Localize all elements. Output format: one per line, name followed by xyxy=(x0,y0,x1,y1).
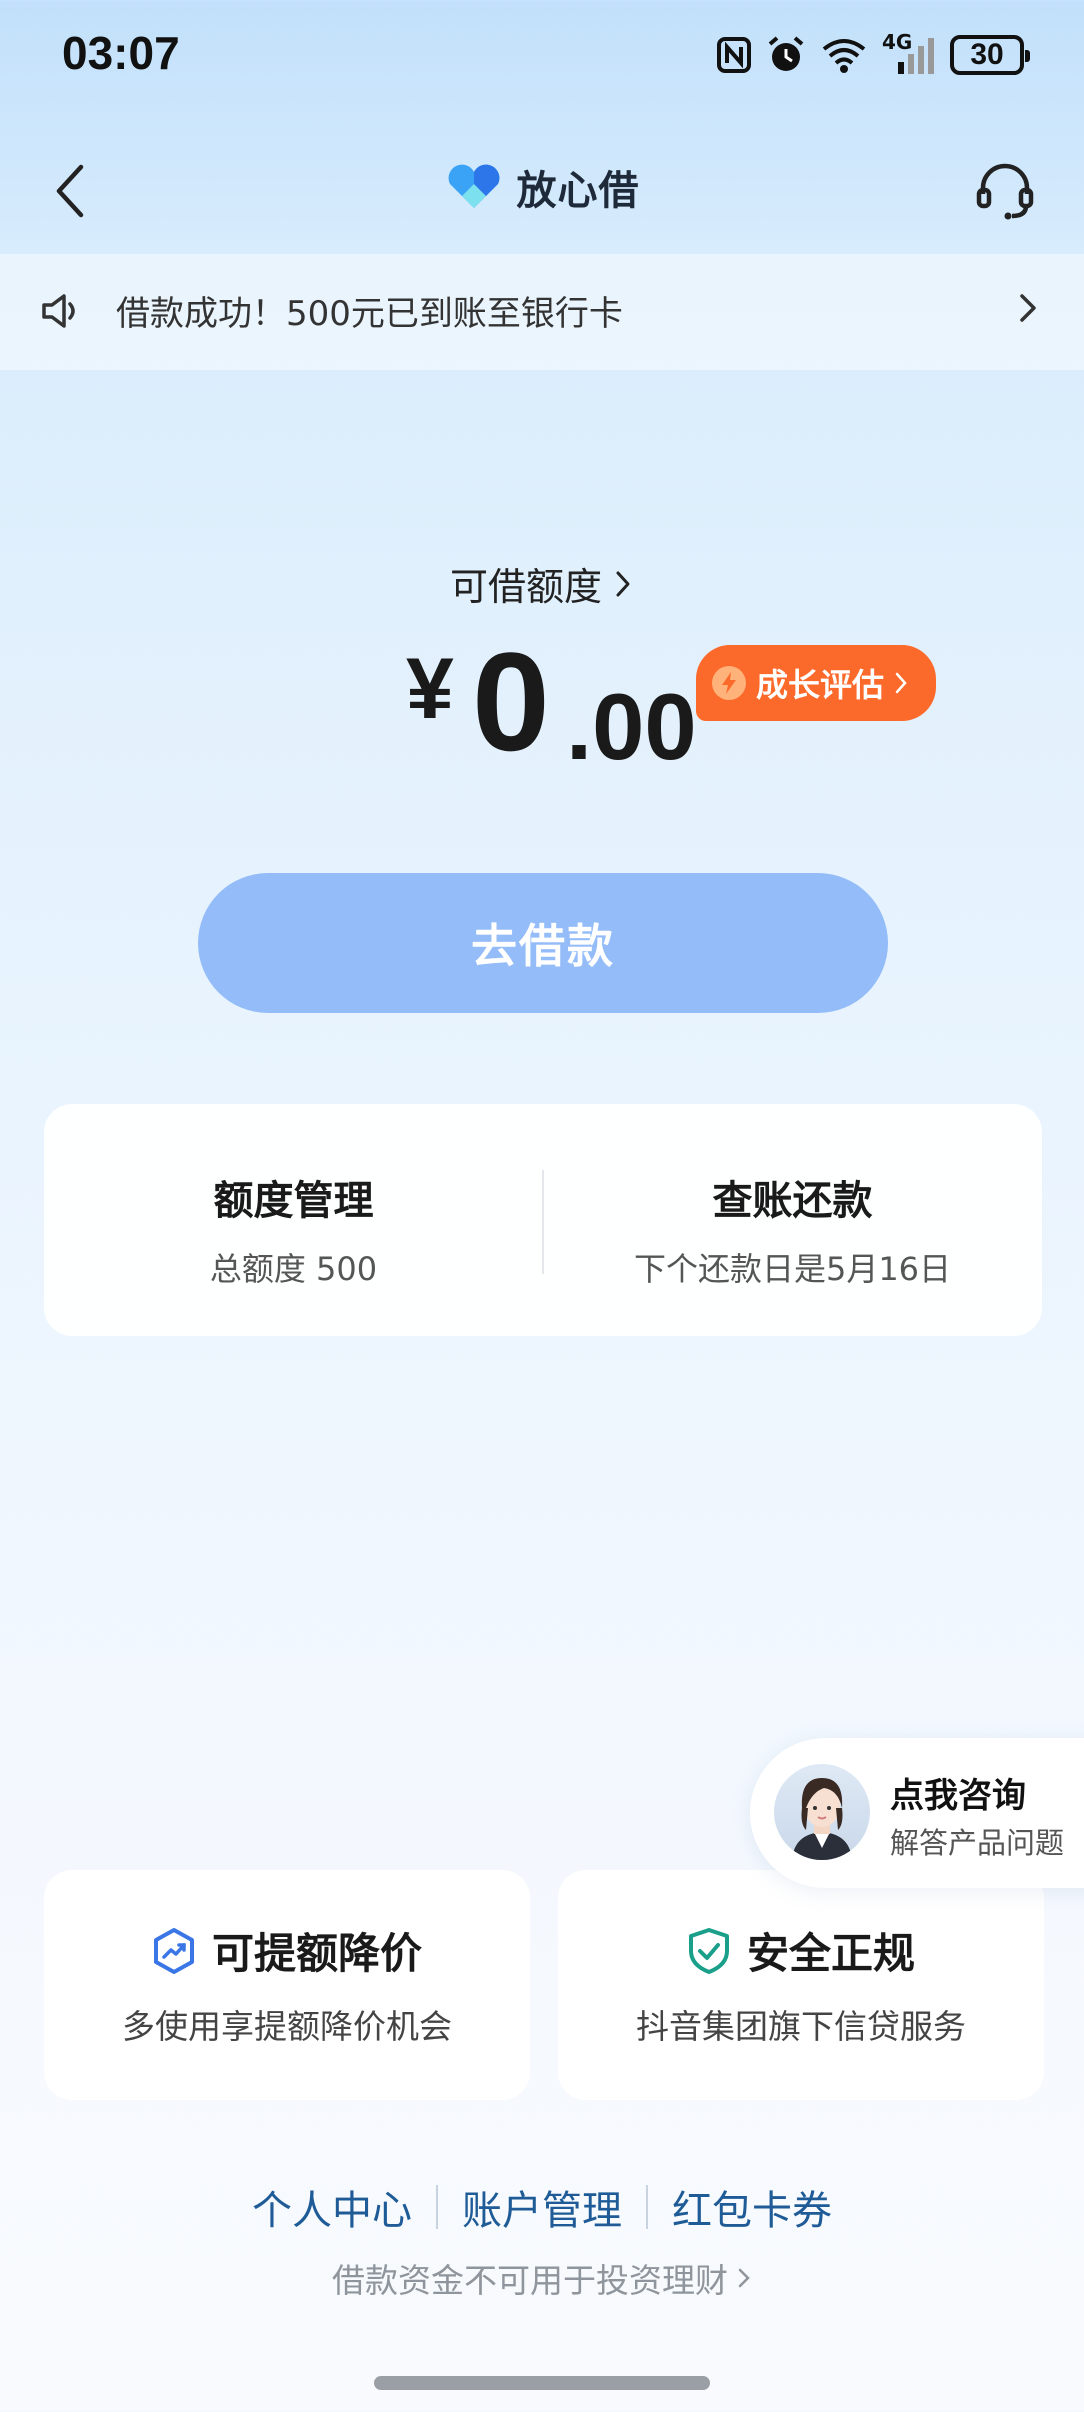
chevron-right-icon xyxy=(1020,294,1036,322)
feature-card-safe[interactable]: 安全正规 抖音集团旗下信贷服务 xyxy=(558,1870,1044,2100)
chevron-right-icon xyxy=(895,672,907,694)
link-personal-center[interactable]: 个人中心 xyxy=(228,2178,436,2236)
consult-subtitle: 解答产品问题 xyxy=(890,1826,1065,1860)
feature-title: 安全正规 xyxy=(746,1929,915,1978)
headset-icon xyxy=(976,163,1034,220)
disclaimer-link[interactable]: 借款资金不可用于投资理财 xyxy=(0,2254,1084,2302)
battery-icon: 30 xyxy=(950,35,1030,75)
notice-bar[interactable]: 借款成功！500元已到账至银行卡 xyxy=(0,254,1084,370)
link-account-management[interactable]: 账户管理 xyxy=(438,2178,646,2236)
customer-service-button[interactable] xyxy=(970,156,1040,226)
link-coupons[interactable]: 红包卡券 xyxy=(648,2178,856,2236)
next-repayment-date: 下个还款日是5月16日 xyxy=(633,1250,952,1288)
bill-repayment-title: 查账还款 xyxy=(712,1178,873,1224)
app-logo-icon xyxy=(448,164,499,208)
chevron-right-icon xyxy=(616,571,630,596)
quota-card: 额度管理 总额度 500 查账还款 下个还款日是5月16日 xyxy=(44,1104,1042,1336)
agent-avatar xyxy=(774,1764,870,1860)
shield-check-icon xyxy=(688,1927,729,1974)
growth-evaluation-label: 成长评估 xyxy=(756,666,885,704)
status-time: 03:07 xyxy=(62,27,180,79)
wifi-icon xyxy=(820,35,868,75)
notice-text: 借款成功！500元已到账至银行卡 xyxy=(116,294,623,334)
quota-management-title: 额度管理 xyxy=(213,1178,374,1224)
feature-subtitle: 多使用享提额降价机会 xyxy=(122,2007,452,2046)
growth-evaluation-badge[interactable]: 成长评估 xyxy=(696,645,936,721)
consult-title: 点我咨询 xyxy=(890,1776,1026,1816)
feature-title: 可提额降价 xyxy=(211,1929,422,1978)
alarm-icon xyxy=(766,35,806,75)
home-indicator[interactable] xyxy=(374,2376,710,2390)
feature-head: 安全正规 xyxy=(558,1920,1044,1981)
bill-repayment[interactable]: 查账还款 下个还款日是5月16日 xyxy=(543,1168,1042,1290)
credit-limit-label: 可借额度 xyxy=(449,565,602,609)
lightning-icon xyxy=(712,666,746,700)
borrow-button[interactable]: 去借款 xyxy=(198,873,888,1013)
nfc-icon xyxy=(716,36,752,74)
nav-title: 放心借 xyxy=(0,158,1084,216)
amount-integer: 0 xyxy=(472,623,550,780)
quota-management[interactable]: 额度管理 总额度 500 xyxy=(44,1168,543,1290)
status-bar: 03:07 4G 30 xyxy=(0,0,1084,110)
disclaimer-text: 借款资金不可用于投资理财 xyxy=(332,2261,728,2300)
total-quota: 总额度 500 xyxy=(209,1250,378,1288)
status-icons: 4G 30 xyxy=(716,30,1030,80)
amount-decimal: .00 xyxy=(566,674,697,779)
signal-icon: 4G xyxy=(882,30,936,76)
currency-symbol: ¥ xyxy=(406,641,454,737)
trend-up-icon xyxy=(153,1927,194,1974)
credit-limit-link[interactable]: 可借额度 xyxy=(0,556,1084,611)
feature-card-limit-increase[interactable]: 可提额降价 多使用享提额降价机会 xyxy=(44,1870,530,2100)
chevron-right-icon xyxy=(738,2268,750,2288)
nav-bar: 放心借 xyxy=(0,130,1084,250)
footer-links: 个人中心 账户管理 红包卡券 xyxy=(0,2178,1084,2236)
feature-head: 可提额降价 xyxy=(44,1920,530,1981)
consult-button[interactable]: 点我咨询 解答产品问题 xyxy=(750,1738,1084,1888)
feature-subtitle: 抖音集团旗下信贷服务 xyxy=(636,2007,966,2046)
page-title: 放心借 xyxy=(516,168,640,214)
speaker-icon xyxy=(42,294,75,328)
